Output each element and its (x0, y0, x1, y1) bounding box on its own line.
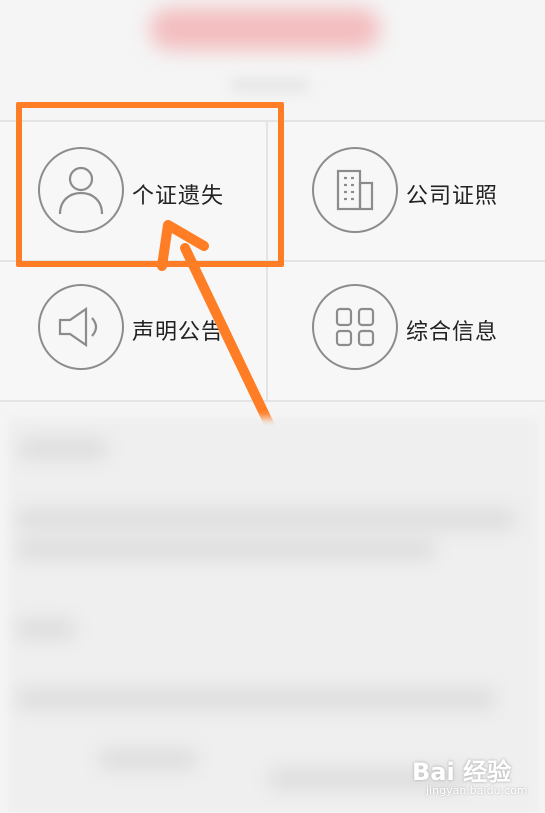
blurred-title (150, 8, 380, 50)
grid-item-label: 个证遗失 (132, 184, 225, 209)
grid-item-announcement[interactable]: 声明公告 (0, 262, 266, 400)
apps-grid-icon (312, 284, 398, 370)
grid-item-label: 声明公告 (132, 320, 225, 345)
grid-item-general-info[interactable]: 综合信息 (268, 262, 534, 400)
person-icon (38, 147, 124, 233)
blurred-subtitle (230, 78, 310, 92)
grid-item-label: 公司证照 (406, 184, 499, 209)
watermark-text: Bai 经验 (412, 758, 512, 786)
building-icon (312, 147, 398, 233)
grid-item-company-license[interactable]: 公司证照 (268, 122, 534, 260)
baidu-jingyan-watermark: Bai 经验 jingyan.baidu.com (412, 752, 537, 804)
megaphone-icon (38, 284, 124, 370)
grid-item-label: 综合信息 (406, 320, 499, 345)
grid-item-personal-certificate-lost[interactable]: 个证遗失 (0, 122, 266, 260)
watermark-url: jingyan.baidu.com (426, 784, 528, 797)
service-grid: 个证遗失 公司证照 声明公告 综合信息 (0, 120, 545, 402)
